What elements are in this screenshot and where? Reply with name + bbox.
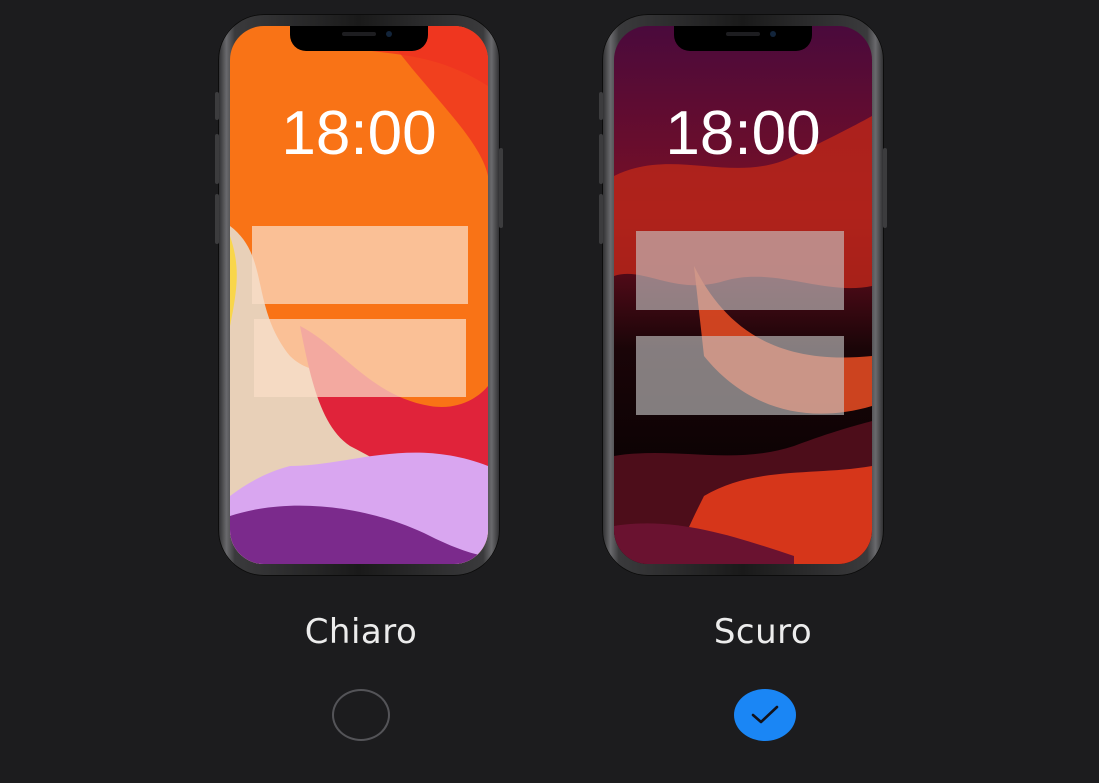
camera-icon	[770, 31, 776, 37]
phone-notch	[674, 26, 812, 51]
speaker-grille	[726, 32, 760, 36]
notification-placeholder	[636, 336, 844, 415]
phone-mute-switch	[215, 92, 219, 120]
phone-mute-switch	[599, 92, 603, 120]
notification-placeholder	[254, 319, 466, 397]
light-mode-option[interactable]: 18:00	[215, 14, 503, 576]
notification-placeholder	[252, 226, 468, 304]
dark-mode-label[interactable]: Scuro	[622, 612, 904, 652]
lock-screen-light: 18:00	[230, 26, 488, 564]
dark-mode-radio[interactable]	[734, 689, 796, 741]
appearance-selector: 18:00 18:00 Chiaro Scuro	[0, 0, 1099, 783]
phone-preview-dark[interactable]: 18:00	[599, 14, 887, 576]
phone-side-button	[499, 148, 503, 228]
phone-preview-light[interactable]: 18:00	[215, 14, 503, 576]
lock-screen-clock: 18:00	[665, 99, 821, 168]
lock-screen-dark: 18:00	[614, 26, 872, 564]
phone-side-button	[883, 148, 887, 228]
camera-icon	[386, 31, 392, 37]
lock-screen-clock: 18:00	[281, 99, 437, 168]
light-mode-label[interactable]: Chiaro	[220, 612, 502, 652]
light-mode-radio[interactable]	[332, 689, 390, 741]
phone-volume-down	[599, 194, 603, 244]
notification-placeholder	[636, 231, 844, 310]
phone-volume-up	[599, 134, 603, 184]
phone-volume-up	[215, 134, 219, 184]
phone-volume-down	[215, 194, 219, 244]
phone-notch	[290, 26, 428, 51]
dark-mode-option[interactable]: 18:00	[599, 14, 887, 576]
speaker-grille	[342, 32, 376, 36]
checkmark-icon	[751, 705, 779, 724]
